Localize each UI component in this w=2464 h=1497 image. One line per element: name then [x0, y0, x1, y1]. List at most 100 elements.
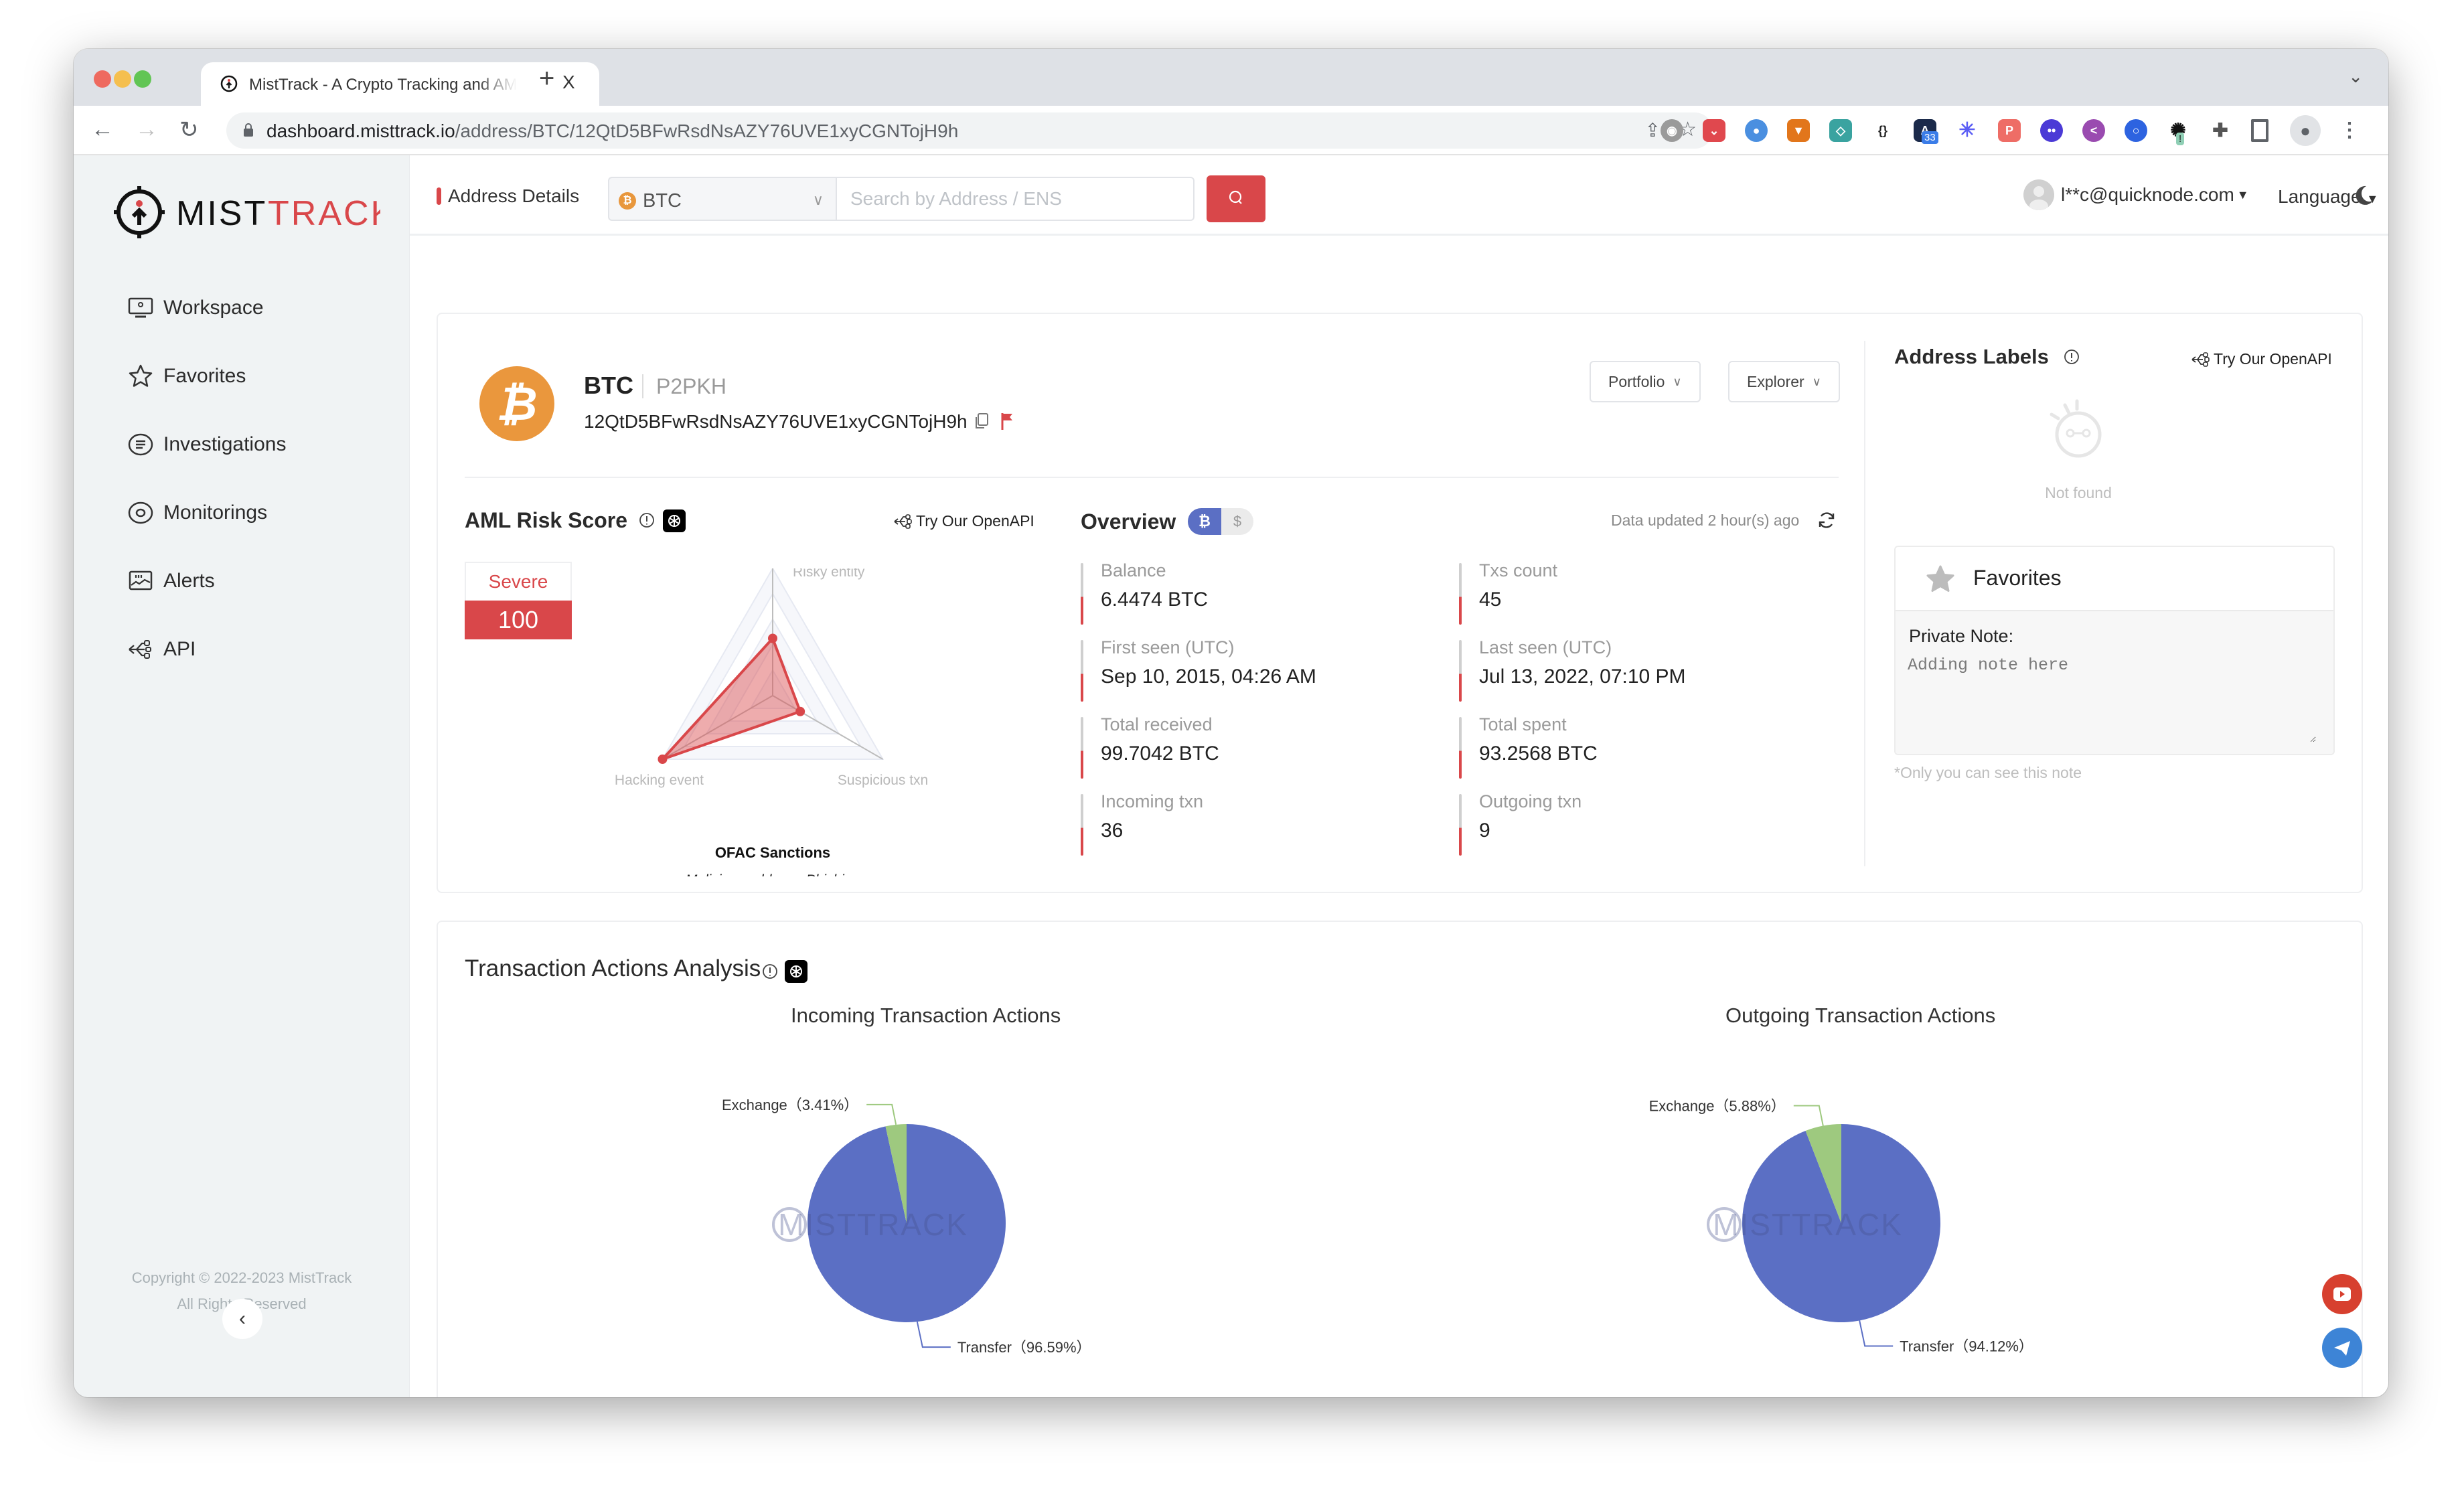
openai-icon[interactable]: [785, 960, 807, 983]
eye-target-icon: [128, 501, 153, 524]
aml-openapi-link[interactable]: Try Our OpenAPI: [893, 512, 1034, 530]
unit-toggle[interactable]: ₿ $: [1188, 508, 1253, 535]
info-icon[interactable]: [762, 963, 778, 979]
outgoing-pie-chart: MISTTRACKTransfer（94.12%）Exchange（5.88%）: [1649, 1098, 2033, 1355]
camera-extension-icon[interactable]: ◉: [1661, 119, 1683, 142]
overview-stat: Incoming txn 36: [1081, 791, 1429, 856]
favorites-title: Favorites: [1973, 566, 2062, 590]
stat-accent-bar: [1459, 563, 1462, 625]
minimize-window-button[interactable]: [114, 70, 131, 88]
stat-value: 9: [1479, 819, 1490, 842]
chevron-down-icon: ∨: [812, 191, 824, 208]
dark-mode-moon-icon[interactable]: [2350, 182, 2377, 209]
openapi-label: Try Our OpenAPI: [2214, 350, 2332, 368]
pie-label-line: [1859, 1320, 1894, 1347]
tab-search-chevron-icon[interactable]: ⌄: [2348, 66, 2363, 87]
sidebar-item-monitorings[interactable]: Monitorings: [127, 493, 267, 533]
portfolio-dropdown[interactable]: Portfolio ∨: [1590, 361, 1701, 402]
divider: [1864, 341, 1865, 866]
user-menu[interactable]: l**c@quicknode.com ▼: [2023, 179, 2249, 210]
telegram-button[interactable]: [2322, 1328, 2362, 1368]
private-note-hint: *Only you can see this note: [1894, 764, 2082, 781]
flag-icon[interactable]: [1000, 412, 1015, 430]
user-avatar: [2023, 179, 2054, 210]
unit-btc-option[interactable]: ₿: [1188, 508, 1221, 535]
api-icon: [894, 514, 912, 529]
stat-label: Balance: [1101, 560, 1166, 580]
p-extension-icon[interactable]: P: [1998, 119, 2021, 142]
unit-usd-option[interactable]: $: [1221, 508, 1253, 535]
circle-extension-icon[interactable]: ○: [2125, 119, 2147, 142]
reload-button[interactable]: ↻: [179, 116, 199, 143]
puzzle-extensions-icon[interactable]: ✚: [2209, 119, 2232, 142]
stat-label: Incoming txn: [1101, 791, 1204, 811]
search-input[interactable]: [836, 177, 1195, 221]
share-extension-icon[interactable]: <: [2082, 119, 2105, 142]
forward-button[interactable]: →: [135, 116, 158, 143]
browser-menu-icon[interactable]: ⋮: [2338, 119, 2361, 142]
risk-detail: Malicious address, Phishing: [686, 872, 860, 876]
sidebar-item-workspace[interactable]: Workspace: [127, 288, 264, 328]
address-text: 12QtD5BFwRsdNsAZY76UVE1xyCGNTojH9h: [584, 411, 968, 432]
refresh-icon[interactable]: [1816, 509, 1837, 531]
private-note-input[interactable]: [1908, 655, 2316, 742]
list-target-icon: [128, 433, 153, 456]
asterisk-extension-icon[interactable]: ✳: [1956, 119, 1979, 142]
search-button[interactable]: [1207, 175, 1265, 222]
sidebar-item-alerts[interactable]: Alerts: [127, 561, 215, 601]
address-labels-title: Address Labels: [1894, 345, 2049, 368]
password-extension-icon[interactable]: ●: [1745, 119, 1768, 142]
stat-label: Outgoing txn: [1479, 791, 1582, 811]
stat-accent-bar: [1459, 794, 1462, 856]
collapse-sidebar-button[interactable]: ‹: [222, 1299, 262, 1339]
browser-window: MistTrack - A Crypto Tracking and AML Pl…: [74, 49, 2388, 1397]
tab-title: MistTrack - A Crypto Tracking and AML Pl…: [249, 76, 517, 94]
openai-glyph-icon: [668, 515, 680, 527]
user-avatar-icon: [2029, 186, 2048, 210]
ghost-extension-icon[interactable]: ••: [2040, 119, 2063, 142]
radar-point: [658, 755, 668, 764]
private-note-label: Private Note:: [1909, 626, 2014, 646]
metamask-extension-icon[interactable]: ▼: [1787, 119, 1810, 142]
stat-accent-bar: [1081, 640, 1083, 702]
stat-accent-bar: [1081, 717, 1083, 779]
chain-select[interactable]: ₿ BTC ∨: [608, 177, 836, 221]
sidebar-item-investigations[interactable]: Investigations: [127, 424, 286, 465]
pie-label-line: [866, 1103, 897, 1125]
side-panel-icon[interactable]: [2251, 119, 2268, 142]
share-icon[interactable]: ⇪: [1645, 119, 1661, 141]
youtube-button[interactable]: [2322, 1274, 2362, 1314]
top-header: Address Details ₿ BTC ∨ l**c@quicknode.c…: [410, 155, 2388, 236]
radar-axis-label: Suspicious txn: [838, 773, 928, 788]
stat-value: 36: [1101, 819, 1124, 842]
tab-close-button[interactable]: X: [562, 72, 575, 93]
profile-avatar-icon[interactable]: ●: [2290, 115, 2321, 146]
close-window-button[interactable]: [94, 70, 111, 88]
back-button[interactable]: ←: [91, 116, 114, 143]
misttrack-logo[interactable]: MIST TRACK: [112, 182, 380, 242]
sidebar-item-favorites[interactable]: Favorites: [127, 356, 246, 396]
star-filled-icon[interactable]: [1925, 564, 1956, 594]
extension-badge-count: 33: [1922, 131, 1938, 144]
sidebar-item-api[interactable]: API: [127, 629, 196, 669]
pocket-extension-icon[interactable]: ⌄: [1703, 119, 1725, 142]
address-bar[interactable]: dashboard.misttrack.io/address/BTC/12QtD…: [226, 112, 1713, 149]
copy-icon[interactable]: [974, 412, 991, 430]
new-tab-button[interactable]: +: [539, 64, 554, 94]
info-icon[interactable]: [639, 512, 655, 528]
overview-stat: Outgoing txn 9: [1459, 791, 1807, 856]
openai-icon[interactable]: [663, 509, 686, 532]
json-extension-icon[interactable]: {}: [1871, 119, 1894, 142]
favorites-header[interactable]: Favorites: [1896, 547, 2333, 611]
labels-openapi-link[interactable]: Try Our OpenAPI: [2191, 350, 2332, 368]
stat-value: Sep 10, 2015, 04:26 AM: [1101, 665, 1316, 688]
user-email: l**c@quicknode.com: [2061, 184, 2234, 205]
stat-value: 99.7042 BTC: [1101, 742, 1219, 765]
explorer-dropdown[interactable]: Explorer ∨: [1728, 361, 1840, 402]
maximize-window-button[interactable]: [134, 70, 151, 88]
sidebar-item-label: Monitorings: [163, 501, 268, 524]
info-icon[interactable]: [2064, 349, 2080, 365]
stat-value: 45: [1479, 588, 1502, 611]
sidebar-item-label: Favorites: [163, 365, 246, 387]
diamond-extension-icon[interactable]: ◇: [1829, 119, 1852, 142]
